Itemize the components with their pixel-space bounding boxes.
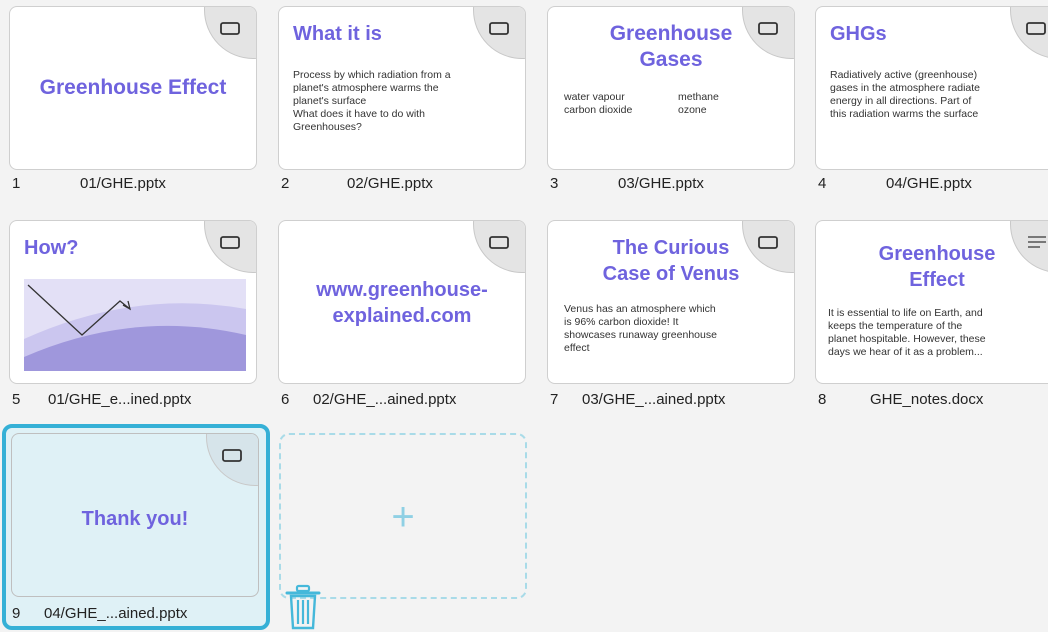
add-slide-button[interactable]: + (279, 433, 527, 599)
plus-icon: + (391, 495, 415, 539)
slide-filename: 03/GHE_...ained.pptx (582, 391, 726, 408)
slide-caption: 2 02/GHE.pptx (281, 174, 529, 194)
slide-body: Process by which radiation from a planet'… (293, 69, 451, 133)
slide-number: 8 (818, 391, 827, 408)
slide-filename: 01/GHE.pptx (80, 175, 166, 192)
slide-thumbnail-3[interactable]: Greenhouse Gases water vapour carbon dioxi… (547, 6, 795, 170)
slide-caption: 3 03/GHE.pptx (550, 174, 798, 194)
slide-filename: 03/GHE.pptx (618, 175, 704, 192)
slide-thumbnail-2[interactable]: What it is Process by which radiation fr… (278, 6, 526, 170)
slide-thumbnail-1[interactable]: Greenhouse Effect (9, 6, 257, 170)
slide-thumbnail-4[interactable]: GHGs Radiatively active (greenhouse) gase… (815, 6, 1048, 170)
slide-icon (489, 236, 509, 249)
slide-number: 9 (12, 605, 21, 622)
slide-caption: 8 GHE_notes.docx (818, 390, 1046, 410)
slide-title: www.greenhouse-explained.com (316, 279, 488, 327)
slide-number: 5 (12, 391, 21, 408)
slide-body: Radiatively active (greenhouse) gases in … (830, 69, 981, 120)
slide-caption: 1 01/GHE.pptx (12, 174, 260, 194)
slide-filename: GHE_notes.docx (870, 391, 984, 408)
slide-icon (489, 22, 509, 35)
slide-thumbnail-7[interactable]: The Curious Case of Venus Venus has an at… (547, 220, 795, 384)
slide-title: Greenhouse Gases (609, 22, 733, 71)
slide-filename: 02/GHE_...ained.pptx (313, 391, 457, 408)
slide-icon (222, 449, 242, 462)
slide-title: Thank you! (81, 508, 189, 530)
trash-icon[interactable] (284, 584, 322, 630)
greenhouse-diagram (24, 279, 246, 371)
slide-caption: 7 03/GHE_...ained.pptx (550, 390, 798, 410)
slide-number: 3 (550, 175, 559, 192)
slide-caption: 4 04/GHE.pptx (818, 174, 1046, 194)
slide-caption: 5 01/GHE_e...ined.pptx (12, 390, 260, 410)
slide-title: What it is (293, 23, 382, 45)
slide-title: The Curious Case of Venus (602, 237, 740, 285)
slide-column-left: water vapour carbon dioxide (564, 91, 633, 116)
slide-title: How? (24, 237, 79, 259)
slide-icon (220, 236, 240, 249)
slide-caption: 9 04/GHE_...ained.pptx (12, 604, 260, 624)
slide-icon (220, 22, 240, 35)
slide-thumbnail-9[interactable]: Thank you! (11, 433, 259, 597)
slide-caption: 6 02/GHE_...ained.pptx (281, 390, 529, 410)
slide-number: 4 (818, 175, 827, 192)
slide-filename: 01/GHE_e...ined.pptx (48, 391, 192, 408)
slide-thumbnail-5[interactable]: How? (9, 220, 257, 384)
slide-thumbnail-8[interactable]: Greenhouse Effect It is essential to life… (815, 220, 1048, 384)
slide-title: Greenhouse Effect (878, 243, 996, 291)
slide-filename: 04/GHE_...ained.pptx (44, 605, 188, 622)
slide-number: 2 (281, 175, 290, 192)
slide-body: Venus has an atmosphere which is 96% carb… (564, 303, 717, 354)
slide-filename: 04/GHE.pptx (886, 175, 972, 192)
slide-number: 6 (281, 391, 290, 408)
slide-column-right: methane ozone (678, 91, 719, 116)
slide-title: Greenhouse Effect (39, 76, 227, 99)
slide-filename: 02/GHE.pptx (347, 175, 433, 192)
slide-number: 7 (550, 391, 559, 408)
slide-title: GHGs (830, 23, 887, 45)
slide-body: It is essential to life on Earth, and kee… (828, 307, 986, 358)
slide-thumbnail-6[interactable]: www.greenhouse-explained.com (278, 220, 526, 384)
slide-number: 1 (12, 175, 21, 192)
slide-icon (1026, 22, 1046, 35)
